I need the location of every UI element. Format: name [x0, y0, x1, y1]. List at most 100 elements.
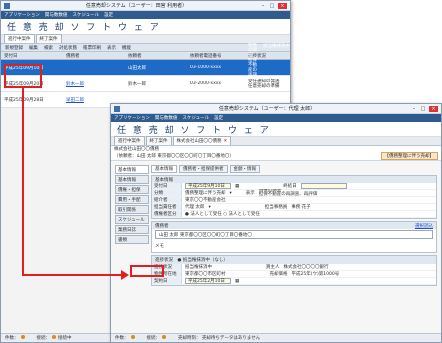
- col-debtor[interactable]: 債務者: [63, 53, 125, 59]
- menu-settings[interactable]: 設定: [214, 115, 223, 121]
- toolbar-print[interactable]: 帳票印刷: [83, 45, 101, 51]
- maximize-icon[interactable]: □: [420, 106, 426, 112]
- debtor-address: 山田 太郎 東京都〇〇区〇〇町〇丁目〇番地〇: [155, 230, 433, 239]
- menu-stats[interactable]: 関与数数値: [45, 12, 68, 18]
- clerk-label: 担当事務員: [264, 205, 288, 210]
- arrow-icon: [121, 270, 129, 280]
- detail-content: 基本情報 債務者・担保提供者 金額・情報 基本情報 受付日 平成25年9月10日…: [151, 165, 437, 332]
- tab-closed[interactable]: 終了案件: [145, 136, 172, 145]
- menu-schedule[interactable]: スケジュール: [72, 12, 99, 18]
- display-label: 表示: [245, 191, 255, 196]
- row-client: 鈴木一郎: [128, 81, 146, 87]
- menu-settings[interactable]: 設定: [104, 12, 113, 18]
- tab-case-detail[interactable]: 株式会社山田〇〇債務 ✕: [172, 136, 232, 145]
- app-brand: 任 意 売 却 ソ フ ト ウ ェ ア: [111, 122, 441, 137]
- menu-application[interactable]: アプリケーション: [4, 12, 40, 18]
- toolbar-new[interactable]: 新規登録: [5, 45, 23, 51]
- calendar-icon[interactable]: ▦: [235, 279, 239, 284]
- contract-date-input[interactable]: 平成25年2月10日: [185, 278, 231, 284]
- status-count: 件数：: [115, 335, 137, 341]
- menu-application[interactable]: アプリケーション: [114, 115, 150, 121]
- case-table: 受付日 債務者 依頼者 依頼者電話番号 進捗状況 平成25年09月10日 山田太…: [1, 43, 290, 108]
- tab-closed[interactable]: 終了案件: [35, 34, 62, 43]
- col-phone[interactable]: 依頼者電話番号: [187, 53, 245, 59]
- nav-schedule[interactable]: スケジュール: [115, 215, 149, 224]
- nav-basic[interactable]: 基本情報: [115, 165, 149, 174]
- title-bar: 任意売却システム（ユーザー：代理 太郎） – □ ×: [111, 104, 441, 114]
- status-bar: 件数： 接続： 売却時刻： 売却待ちデータはありません: [111, 333, 441, 342]
- progress-value: 抵当権抹消中: [185, 265, 212, 270]
- maximize-icon[interactable]: □: [269, 3, 275, 9]
- callout-line: [22, 274, 122, 276]
- category-select[interactable]: 債務整理に伴う売却: [185, 190, 226, 196]
- field-contract-date: 契約日 平成25年2月10日 ▦: [152, 278, 436, 285]
- buyer-value: 株式会社〇〇〇〇銀行: [283, 265, 329, 270]
- toolbar-search[interactable]: 検索: [44, 45, 53, 51]
- status-connection: 接続：: [147, 335, 169, 341]
- app-brand: 任 意 売 却 ソ フ ト ウ ェ ア: [1, 19, 290, 35]
- close-tab-icon[interactable]: ✕: [224, 139, 228, 144]
- debtor-link[interactable]: 鈴木一郎: [66, 82, 84, 87]
- field-category: 分類 債務整理に伴う売却 ▾ 表示 債権の調査 担保不動産の再調査、再評価: [152, 189, 436, 197]
- col-date[interactable]: 受付日: [1, 53, 63, 59]
- amount-value: 平成25年(ウ)第1000号: [291, 272, 340, 277]
- progress-note: 債権の調査 担保不動産の再調査、再評価: [258, 189, 318, 197]
- section-nav: 基本情報 基本情報 債権・担保 費用・手配 取引関係 スケジュール 業務日誌 書…: [115, 165, 149, 245]
- tab-in-progress[interactable]: 進行中案件: [4, 34, 35, 43]
- panel-title: 債務者: [155, 223, 169, 229]
- app-icon: [4, 2, 10, 9]
- debtor-type-radios[interactable]: ● 法人として受任 ○ 法人として受任: [182, 211, 436, 217]
- location-value: 東京都〇〇市区町村: [185, 272, 226, 277]
- app-icon: [114, 105, 120, 112]
- row-phone: 03-1000-xxxx: [190, 65, 222, 70]
- close-icon[interactable]: ×: [278, 2, 287, 9]
- minimize-icon[interactable]: –: [260, 3, 266, 9]
- menu-stats[interactable]: 関与数数値: [155, 115, 178, 121]
- debtor-link[interactable]: 早田二郎: [66, 98, 84, 103]
- nav-journal[interactable]: 業務日誌: [115, 225, 149, 234]
- minimize-icon[interactable]: –: [411, 106, 417, 112]
- nav-documents[interactable]: 書類: [115, 235, 149, 244]
- case-header: （依頼者：山田 太郎 東京都〇〇区〇〇町〇丁目〇番地〇） 【債務整理に伴う売却】: [111, 152, 441, 161]
- chevron-down-icon[interactable]: ▾: [208, 205, 210, 210]
- sub-tabs: 基本情報 債務者・担保提供者 金額・情報: [151, 165, 437, 173]
- toolbar-view[interactable]: 表示: [107, 45, 116, 51]
- menu-schedule[interactable]: スケジュール: [182, 115, 209, 121]
- clerk-value[interactable]: 事務 花子: [291, 204, 310, 210]
- callout-line: [22, 88, 24, 275]
- col-client[interactable]: 依頼者: [125, 53, 187, 59]
- nav-costs[interactable]: 費用・手配: [115, 195, 149, 204]
- menu-bar: アプリケーション 関与数数値 スケジュール 設定: [1, 11, 290, 19]
- toolbar-state[interactable]: 対処状態: [59, 45, 77, 51]
- field-location: 物件所在地 東京都〇〇市区町村 売却価格 平成25年(ウ)第1000号: [152, 271, 436, 278]
- nav-parties[interactable]: 取引関係: [115, 205, 149, 214]
- progress-panel: 進捗状況 ● 抵当権抹消中（なし） 進捗状況 抵当権抹消中 買主人 株式会社〇〇…: [151, 255, 437, 286]
- menu-bar: アプリケーション 関与数数値 スケジュール 設定: [111, 114, 441, 122]
- row-phone: 03-2000-xxxx: [190, 81, 222, 86]
- window-title: 任意売却システム（ユーザー：田宮 利用者）: [85, 3, 188, 9]
- manager-select[interactable]: 代理 太郎: [185, 204, 204, 210]
- case-tabs: 進行中案件 終了案件 株式会社山田〇〇債務 ✕: [111, 136, 441, 146]
- toolbar-edit[interactable]: 編集: [29, 45, 38, 51]
- amount-label: 売却価格: [269, 272, 288, 277]
- close-icon[interactable]: ×: [429, 105, 438, 112]
- calendar-icon[interactable]: ▦: [235, 184, 239, 189]
- status-connection: 接続： 接続中: [36, 335, 72, 341]
- row-date: 平成25年09月28日: [1, 97, 63, 103]
- table-row[interactable]: 平成25年09月10日 山田太郎 03-1000-xxxx 債権の調査 担保不動…: [1, 43, 290, 93]
- subtab-debtors[interactable]: 債務者・担保提供者: [179, 165, 228, 173]
- field-progress: 進捗状況 抵当権抹消中 買主人 株式会社〇〇〇〇銀行: [152, 264, 436, 271]
- referrer-value: 東京〇〇不動産会社: [185, 198, 226, 203]
- field-debtor-type: 債権者区分 ● 法人として受任 ○ 法人として受任: [152, 211, 436, 218]
- toolbar-function[interactable]: 機能: [122, 45, 131, 51]
- debtor-panel: 債務者 選択読込 山田 太郎 東京都〇〇区〇〇町〇丁目〇番地〇 メモ: [151, 221, 437, 253]
- case-type-badge: 【債務整理に伴う売却】: [380, 152, 438, 160]
- nav-basic-2[interactable]: 基本情報: [115, 175, 149, 184]
- tab-in-progress[interactable]: 進行中案件: [114, 136, 145, 145]
- nav-claims[interactable]: 債権・担保: [115, 185, 149, 194]
- title-bar: 任意売却システム（ユーザー：田宮 利用者） – □ ×: [1, 1, 290, 11]
- select-read-link[interactable]: 選択読込: [415, 223, 433, 229]
- subtab-basic[interactable]: 基本情報: [151, 165, 177, 173]
- chevron-down-icon[interactable]: ▾: [230, 191, 232, 196]
- subtab-amounts[interactable]: 金額・情報: [229, 165, 260, 173]
